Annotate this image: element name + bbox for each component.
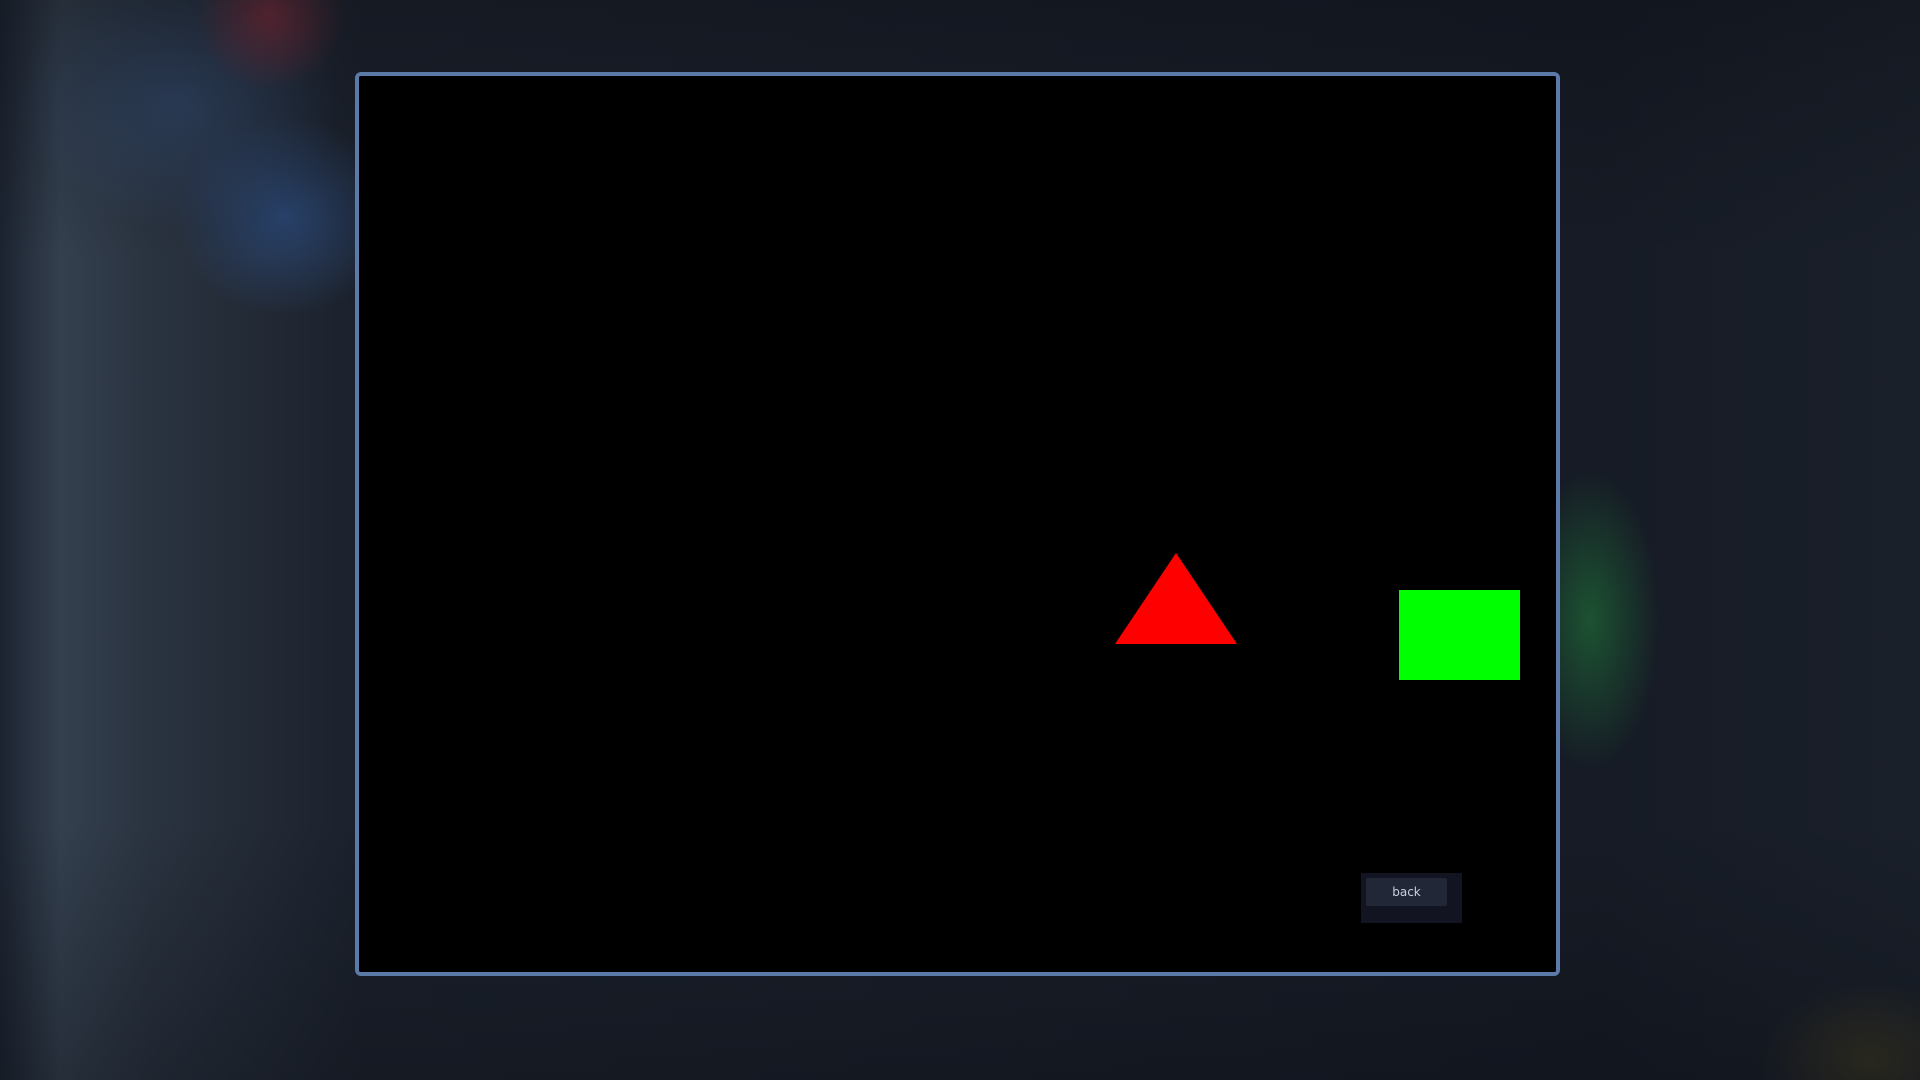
back-panel: back (1361, 873, 1462, 923)
game-canvas[interactable] (359, 76, 1556, 972)
canvas-background (359, 76, 1556, 972)
back-button[interactable]: back (1366, 878, 1447, 906)
green-square[interactable] (1399, 590, 1520, 680)
game-frame: back (355, 72, 1560, 976)
